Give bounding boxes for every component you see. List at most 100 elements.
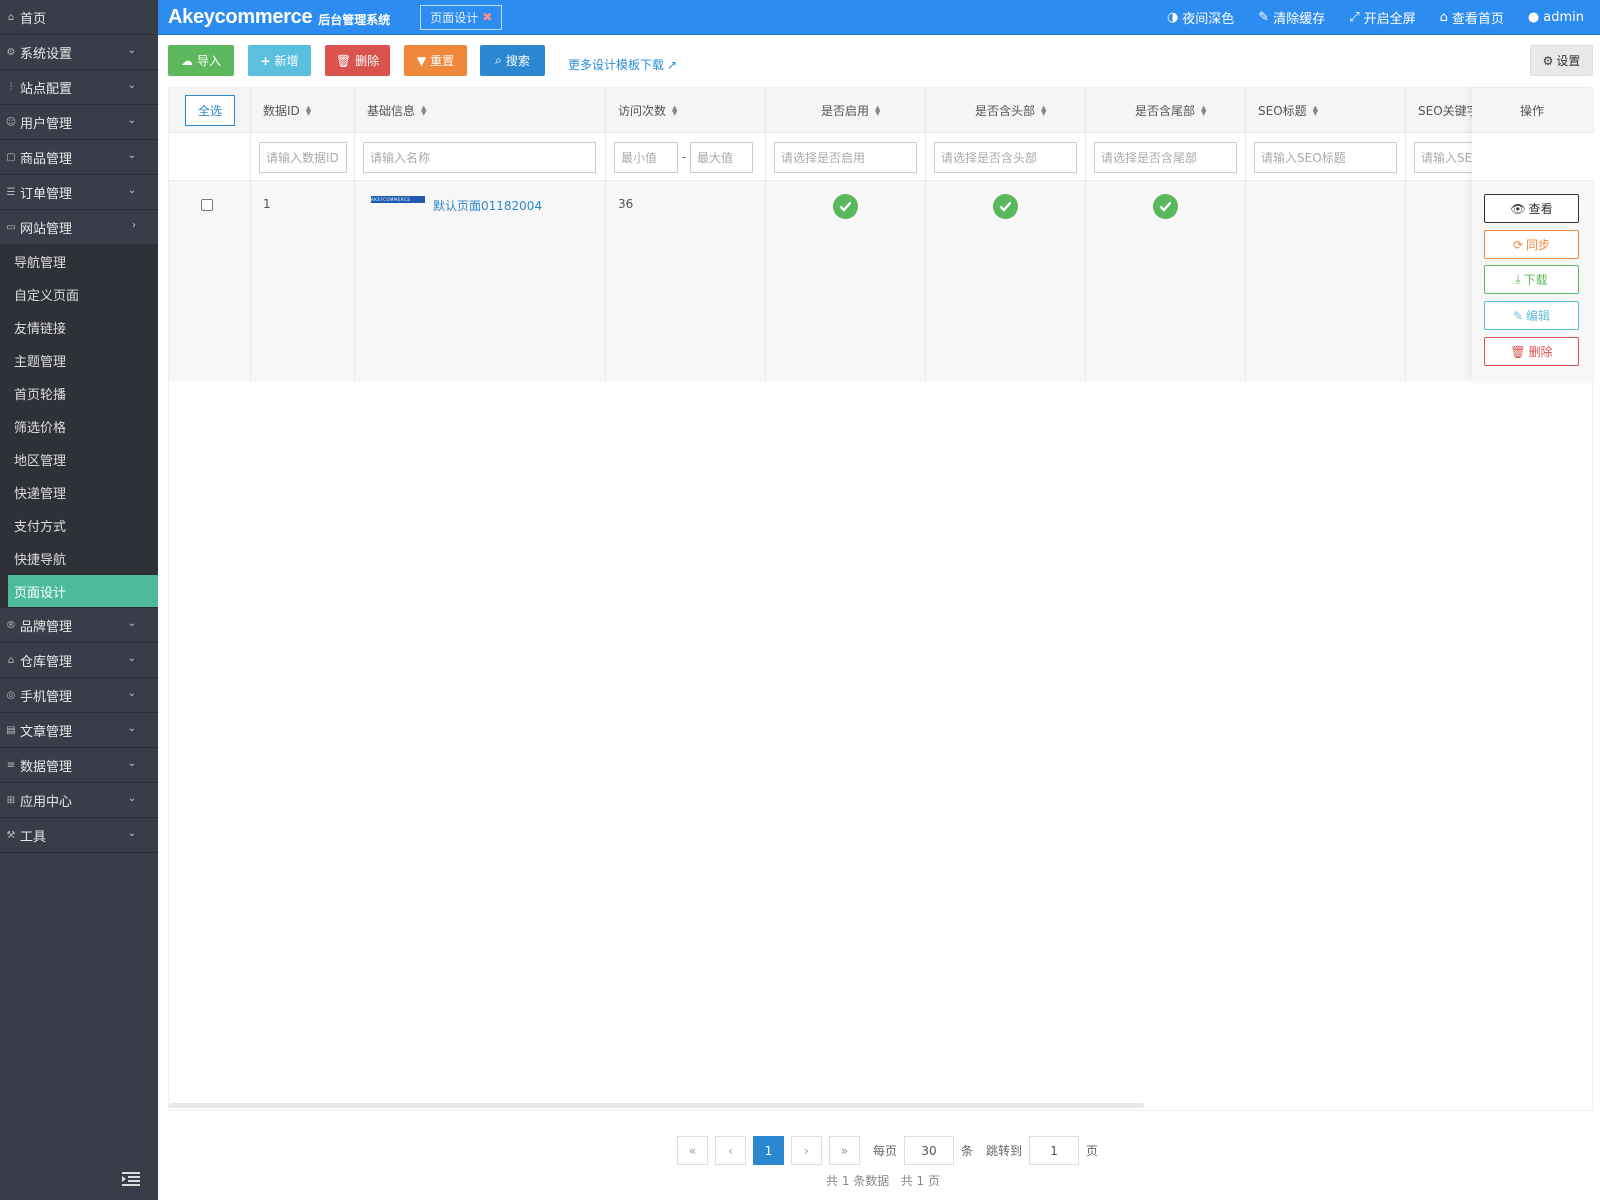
sidebar-item-label: 品牌管理 xyxy=(20,619,73,635)
actions-cell: 👁 查看 ⟳ 同步 ⤓ 下载 ✎ 编辑 🗑 删除 xyxy=(1472,181,1592,381)
sidebar-item-apps[interactable]: ⊞ 应用中心 ⌄ xyxy=(0,783,158,818)
visits-min-input[interactable]: 最小值 xyxy=(614,142,678,173)
sidebar-item-quick-nav[interactable]: 快捷导航 xyxy=(8,542,158,575)
sidebar-item-system-settings[interactable]: ⚙ 系统设置 ⌄ xyxy=(0,35,158,70)
sidebar-item-home[interactable]: ⌂ 首页 xyxy=(0,0,158,35)
sort-icon[interactable]: ▲ ▼ xyxy=(672,104,677,116)
box-icon: ▢ xyxy=(6,151,16,163)
search-button[interactable]: ⌕ 搜索 xyxy=(480,45,545,76)
row-checkbox[interactable] xyxy=(201,199,213,211)
sidebar-item-label: 快捷导航 xyxy=(14,552,67,568)
sidebar-item-price-filter[interactable]: 筛选价格 xyxy=(8,410,158,443)
enabled-check-icon[interactable] xyxy=(833,194,858,219)
column-header-has-header[interactable]: 是否含头部 ▲ ▼ xyxy=(975,88,1046,133)
sidebar-item-data[interactable]: ≡ 数据管理 ⌄ xyxy=(0,748,158,783)
seo-title-filter-input[interactable]: 请输入SEO标题 xyxy=(1254,142,1397,173)
download-button[interactable]: ⤓ 下载 xyxy=(1484,265,1579,294)
sidebar-item-users[interactable]: ☺ 用户管理 ⌄ xyxy=(0,105,158,140)
column-header-has-footer[interactable]: 是否含尾部 ▲ ▼ xyxy=(1135,88,1206,133)
column-header-seo-keywords[interactable]: SEO关键字 xyxy=(1418,88,1474,133)
sidebar-item-page-design[interactable]: 页面设计 xyxy=(8,575,158,608)
sort-icon[interactable]: ▲ ▼ xyxy=(1041,104,1046,116)
sidebar-item-friend-links[interactable]: 友情链接 xyxy=(8,311,158,344)
sidebar-item-label: 应用中心 xyxy=(20,794,73,810)
has-footer-check-icon[interactable] xyxy=(1153,194,1178,219)
add-button[interactable]: + 新增 xyxy=(248,45,311,76)
sidebar-item-themes[interactable]: 主题管理 xyxy=(8,344,158,377)
fullscreen-button[interactable]: ⤢ 开启全屏 xyxy=(1349,8,1415,27)
next-page-button[interactable]: › xyxy=(791,1136,822,1165)
column-label: SEO标题 xyxy=(1258,104,1307,118)
horizontal-scrollbar[interactable] xyxy=(169,1103,1144,1108)
chevron-down-icon: ⌄ xyxy=(127,688,136,699)
delete-button[interactable]: 🗑 删除 xyxy=(325,45,390,76)
sort-icon[interactable]: ▲ ▼ xyxy=(421,104,426,116)
sidebar-item-site-config[interactable]: ⫶ 站点配置 ⌄ xyxy=(0,70,158,105)
brand-logo[interactable]: Akeycommerce xyxy=(168,6,313,29)
sidebar-item-express[interactable]: 快递管理 xyxy=(8,476,158,509)
last-page-button[interactable]: » xyxy=(829,1136,860,1165)
enabled-filter-select[interactable]: 请选择是否启用 xyxy=(774,142,917,173)
page-name-link[interactable]: 默认页面01182004 xyxy=(433,197,542,214)
column-header-enabled[interactable]: 是否启用 ▲ ▼ xyxy=(821,88,880,133)
sidebar-item-mobile[interactable]: ◎ 手机管理 ⌄ xyxy=(0,678,158,713)
column-header-seo-title[interactable]: SEO标题 ▲ ▼ xyxy=(1258,88,1318,133)
tab-page-design[interactable]: 页面设计 ✖ xyxy=(420,4,503,30)
sidebar-item-website[interactable]: ▭ 网站管理 › xyxy=(0,210,158,245)
user-icon: ● xyxy=(1527,9,1540,25)
more-templates-link[interactable]: 更多设计模板下载 ↗ xyxy=(568,56,677,73)
id-filter-input[interactable]: 请输入数据ID xyxy=(259,142,347,173)
prev-page-button[interactable]: ‹ xyxy=(715,1136,746,1165)
column-header-id[interactable]: 数据ID ▲ ▼ xyxy=(263,88,311,133)
range-separator: - xyxy=(682,150,687,164)
user-menu[interactable]: ● admin xyxy=(1528,10,1584,25)
jump-page-input[interactable]: 1 xyxy=(1029,1136,1080,1165)
sidebar-item-regions[interactable]: 地区管理 xyxy=(8,443,158,476)
eye-icon: 👁 xyxy=(1510,201,1526,216)
sort-icon[interactable]: ▲ ▼ xyxy=(875,104,880,116)
sidebar: ⌂ 首页 ⚙ 系统设置 ⌄ ⫶ 站点配置 ⌄ ☺ 用户管理 ⌄ ▢ 商品管理 ⌄ ☰ 订单管理 ⌄ ▭… xyxy=(0,0,158,1200)
home-icon: ⌂ xyxy=(7,11,15,23)
has-header-filter-select[interactable]: 请选择是否含头部 xyxy=(934,142,1077,173)
sort-icon[interactable]: ▲ ▼ xyxy=(1201,104,1206,116)
sidebar-item-brands[interactable]: ® 品牌管理 ⌄ xyxy=(0,608,158,643)
per-page-input[interactable]: 30 xyxy=(904,1136,955,1165)
edit-label: 编辑 xyxy=(1526,309,1551,323)
sort-icon[interactable]: ▲ ▼ xyxy=(306,104,311,116)
reset-button[interactable]: ▼ 重置 xyxy=(404,45,467,76)
sidebar-item-custom-pages[interactable]: 自定义页面 xyxy=(8,278,158,311)
column-header-info[interactable]: 基础信息 ▲ ▼ xyxy=(367,88,426,133)
sidebar-item-products[interactable]: ▢ 商品管理 ⌄ xyxy=(0,140,158,175)
visits-max-input[interactable]: 最大值 xyxy=(690,142,753,173)
edit-button[interactable]: ✎ 编辑 xyxy=(1484,301,1579,330)
view-home-button[interactable]: ⌂ 查看首页 xyxy=(1440,8,1504,27)
sidebar-item-payment[interactable]: 支付方式 xyxy=(8,509,158,542)
sync-button[interactable]: ⟳ 同步 xyxy=(1484,230,1579,259)
page-unit: 页 xyxy=(1086,1144,1099,1158)
night-mode-label: 夜间深色 xyxy=(1182,11,1235,27)
sidebar-item-articles[interactable]: ▤ 文章管理 ⌄ xyxy=(0,713,158,748)
sidebar-item-label: 支付方式 xyxy=(14,519,67,535)
has-footer-filter-select[interactable]: 请选择是否含尾部 xyxy=(1094,142,1237,173)
sidebar-item-orders[interactable]: ☰ 订单管理 ⌄ xyxy=(0,175,158,210)
sidebar-item-navigation[interactable]: 导航管理 xyxy=(8,245,158,278)
sidebar-item-warehouse[interactable]: ⌂ 仓库管理 ⌄ xyxy=(0,643,158,678)
close-icon[interactable]: ✖ xyxy=(482,10,492,24)
night-mode-button[interactable]: ◑ 夜间深色 xyxy=(1167,8,1234,27)
has-header-check-icon[interactable] xyxy=(993,194,1018,219)
sidebar-item-tools[interactable]: ⚒ 工具 ⌄ xyxy=(0,818,158,853)
name-filter-input[interactable]: 请输入名称 xyxy=(363,142,596,173)
select-all-button[interactable]: 全选 xyxy=(185,95,235,126)
settings-button[interactable]: ⚙ 设置 xyxy=(1530,45,1593,76)
import-button[interactable]: ☁ 导入 xyxy=(168,45,234,76)
view-button[interactable]: 👁 查看 xyxy=(1484,194,1579,223)
page-number-button[interactable]: 1 xyxy=(753,1136,784,1165)
sidebar-item-carousel[interactable]: 首页轮播 xyxy=(8,377,158,410)
row-delete-button[interactable]: 🗑 删除 xyxy=(1484,337,1579,366)
column-header-visits[interactable]: 访问次数 ▲ ▼ xyxy=(618,88,677,133)
collapse-sidebar-icon[interactable] xyxy=(122,1172,140,1186)
clear-cache-button[interactable]: ✎ 清除缓存 xyxy=(1258,8,1325,27)
sort-icon[interactable]: ▲ ▼ xyxy=(1313,104,1318,116)
first-page-button[interactable]: « xyxy=(677,1136,708,1165)
seo-keywords-filter-input[interactable]: 请输入SEO xyxy=(1414,142,1474,173)
